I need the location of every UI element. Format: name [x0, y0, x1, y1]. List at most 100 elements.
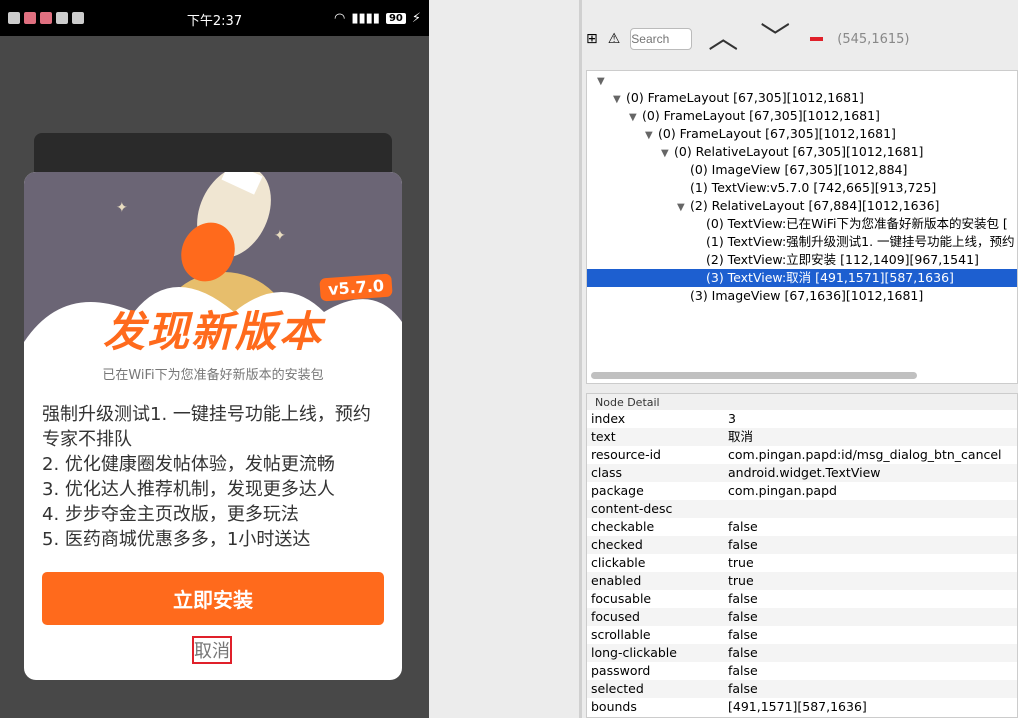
tree-node[interactable]: ▼ (0) FrameLayout [67,305][1012,1681]	[587, 125, 1017, 143]
detail-value: 3	[728, 411, 736, 426]
detail-row: password false	[587, 662, 1017, 680]
detail-key: text	[591, 429, 616, 444]
tree-node-label: (0) FrameLayout [67,305][1012,1681]	[642, 108, 880, 123]
detail-key: content-desc	[591, 501, 673, 516]
detail-key: focusable	[591, 591, 652, 606]
detail-value: false	[728, 663, 758, 678]
tree-node[interactable]: (1) TextView:强制升级测试1. 一键挂号功能上线，预约	[587, 233, 1017, 251]
device-screen: 下午2:37 ◠ ▮▮▮▮ 90 ⚡ ✦ ✦ v5.7.0 发现新版本 已在Wi…	[0, 0, 429, 718]
tree-node-label: (2) RelativeLayout [67,884][1012,1636]	[690, 198, 940, 213]
release-note-item: 强制升级测试1. 一键挂号功能上线，预约专家不排队	[42, 404, 371, 450]
detail-row: checked false	[587, 536, 1017, 554]
chevron-up-icon[interactable]: ︿	[708, 24, 738, 54]
status-bar: 下午2:37 ◠ ▮▮▮▮ 90 ⚡	[0, 0, 429, 36]
detail-key: class	[591, 465, 623, 480]
detail-key: focused	[591, 609, 640, 624]
tree-node-label: (0) FrameLayout [67,305][1012,1681]	[626, 90, 864, 105]
detail-key: package	[591, 483, 644, 498]
tree-node-label: (0) ImageView [67,305][1012,884]	[690, 162, 908, 177]
detail-value: false	[728, 609, 758, 624]
release-note-item: 3. 优化达人推荐机制，发现更多达人	[42, 479, 335, 500]
tree-node-label: (2) TextView:立即安装 [112,1409][967,1541]	[706, 252, 979, 267]
search-input[interactable]	[630, 28, 693, 50]
detail-value: false	[728, 591, 758, 606]
tree-rows: ▼ ▼ (0) FrameLayout [67,305][1012,1681] ▼ (0…	[587, 71, 1017, 305]
detail-key: bounds	[591, 699, 637, 714]
status-time: 下午2:37	[186, 14, 243, 29]
node-detail-table: index 3 text 取消 resource-id com.pingan.papd:i…	[587, 410, 1017, 716]
detail-value: com.pingan.papd	[728, 483, 837, 498]
expand-all-icon[interactable]: ⊞	[586, 31, 598, 47]
detail-key: index	[591, 411, 626, 426]
detail-row: scrollable false	[587, 626, 1017, 644]
install-now-button[interactable]: 立即安装	[42, 572, 384, 625]
detail-row: enabled true	[587, 572, 1017, 590]
detail-value	[728, 500, 1017, 518]
detail-key: selected	[591, 681, 644, 696]
detail-value: true	[728, 555, 754, 570]
detail-value: false	[728, 645, 758, 660]
detail-value: false	[728, 627, 758, 642]
tree-node[interactable]: ▼	[587, 71, 1017, 89]
release-note-item: 4. 步步夺金主页改版，更多玩法	[42, 504, 299, 525]
detail-row: index 3	[587, 410, 1017, 428]
svg-text:✦: ✦	[116, 200, 128, 216]
detail-row: text 取消	[587, 428, 1017, 446]
tree-node[interactable]: ▼ (0) FrameLayout [67,305][1012,1681]	[587, 107, 1017, 125]
detail-key: clickable	[591, 555, 646, 570]
detail-value: android.widget.TextView	[728, 465, 881, 480]
dialog-subtitle: 已在WiFi下为您准备好新版本的安装包	[102, 368, 324, 383]
detail-row: clickable true	[587, 554, 1017, 572]
tree-node[interactable]: (1) TextView:v5.7.0 [742,665][913,725]	[587, 179, 1017, 197]
svg-text:✦: ✦	[274, 228, 286, 244]
detail-row: focused false	[587, 608, 1017, 626]
detail-key: checkable	[591, 519, 655, 534]
tree-node[interactable]: (3) ImageView [67,1636][1012,1681]	[587, 287, 1017, 305]
hierarchy-tree[interactable]: ▼ ▼ (0) FrameLayout [67,305][1012,1681] ▼ (0…	[586, 70, 1018, 384]
warning-icon[interactable]: ⚠	[608, 31, 621, 47]
tree-node-label: (3) ImageView [67,1636][1012,1681]	[690, 288, 924, 303]
detail-value: true	[728, 573, 754, 588]
tree-node[interactable]: (3) TextView:取消 [491,1571][587,1636]	[587, 269, 1017, 287]
cancel-button[interactable]: 取消	[192, 636, 232, 664]
detail-value: 取消	[728, 429, 754, 444]
detail-key: checked	[591, 537, 643, 552]
tree-node[interactable]: ▼ (0) FrameLayout [67,305][1012,1681]	[587, 89, 1017, 107]
detail-value: false	[728, 537, 758, 552]
tree-node-label: (1) TextView:v5.7.0 [742,665][913,725]	[690, 180, 937, 195]
detail-row: focusable false	[587, 590, 1017, 608]
detail-key: resource-id	[591, 447, 661, 462]
panel-divider[interactable]	[579, 0, 582, 718]
detail-row: resource-id com.pingan.papd:id/msg_dialog…	[587, 446, 1017, 464]
detail-row: bounds [491,1571][587,1636]	[587, 698, 1017, 716]
detail-value: [491,1571][587,1636]	[728, 699, 867, 714]
tree-node[interactable]: ▼ (2) RelativeLayout [67,884][1012,1636]	[587, 197, 1017, 215]
detail-row: content-desc	[587, 500, 1017, 518]
tree-node[interactable]: (2) TextView:立即安装 [112,1409][967,1541]	[587, 251, 1017, 269]
dialog-title: 发现新版本	[102, 307, 323, 356]
minus-icon[interactable]	[810, 37, 824, 41]
tree-node[interactable]: (0) TextView:已在WiFi下为您准备好新版本的安装包 [	[587, 215, 1017, 233]
detail-value: com.pingan.papd:id/msg_dialog_btn_cancel	[728, 447, 1002, 462]
node-detail-title: Node Detail	[587, 394, 1017, 410]
horizontal-scrollbar[interactable]	[591, 372, 917, 379]
coordinate-readout: (545,1615)	[837, 31, 910, 47]
tree-node[interactable]: (0) ImageView [67,305][1012,884]	[587, 161, 1017, 179]
detail-value: false	[728, 681, 758, 696]
detail-key: long-clickable	[591, 645, 677, 660]
detail-row: checkable false	[587, 518, 1017, 536]
tree-node-label: (0) TextView:已在WiFi下为您准备好新版本的安装包 [	[706, 216, 1008, 231]
chevron-down-icon[interactable]: ﹀	[760, 24, 790, 54]
update-dialog: ✦ ✦ v5.7.0 发现新版本 已在WiFi下为您准备好新版本的安装包 强制升…	[24, 172, 402, 680]
tree-node-label: (3) TextView:取消 [491,1571][587,1636]	[706, 270, 954, 285]
detail-row: long-clickable false	[587, 644, 1017, 662]
detail-row: package com.pingan.papd	[587, 482, 1017, 500]
detail-key: enabled	[591, 573, 642, 588]
release-note-item: 2. 优化健康圈发帖体验，发帖更流畅	[42, 454, 335, 475]
tree-node[interactable]: ▼ (0) RelativeLayout [67,305][1012,1681]	[587, 143, 1017, 161]
node-detail-panel: Node Detail index 3 text 取消 resource-id com.p…	[586, 393, 1018, 718]
tree-node-label: (0) FrameLayout [67,305][1012,1681]	[658, 126, 896, 141]
detail-key: password	[591, 663, 651, 678]
detail-key: scrollable	[591, 627, 651, 642]
detail-row: class android.widget.TextView	[587, 464, 1017, 482]
